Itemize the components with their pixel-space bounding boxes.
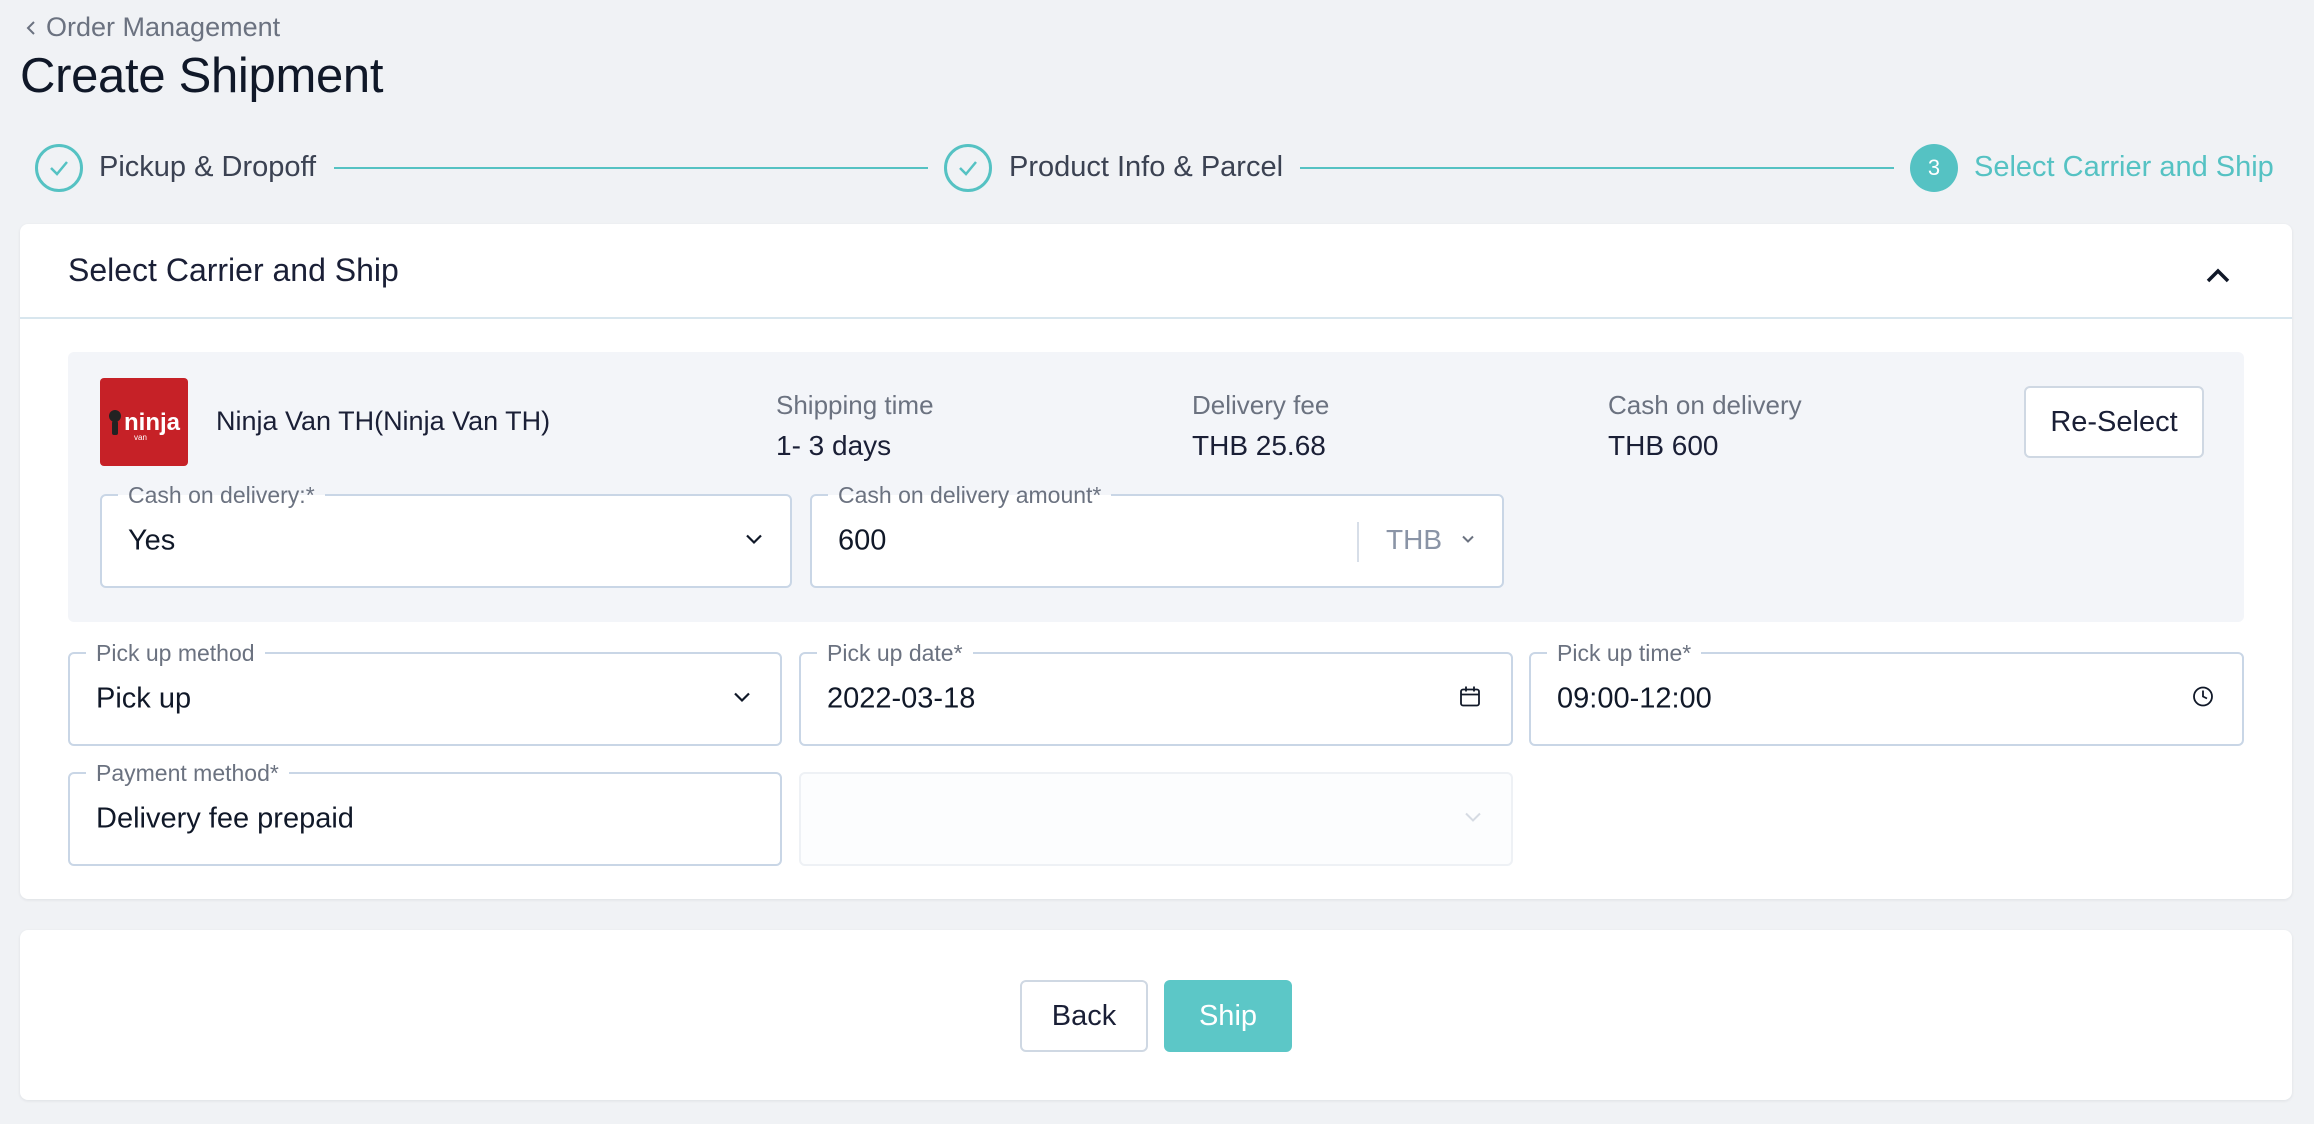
shipping-time-label: Shipping time <box>776 390 934 420</box>
cod-label: Cash on delivery <box>1608 390 1802 420</box>
chevron-left-icon <box>24 12 40 43</box>
breadcrumb[interactable]: Order Management <box>24 10 280 44</box>
pickup-date-label: Pick up date* <box>817 640 973 666</box>
chevron-down-icon <box>744 529 764 554</box>
actions-card: Back Ship <box>20 930 2292 1100</box>
cod-select-label: Cash on delivery:* <box>118 482 325 508</box>
pickup-time-label: Pick up time* <box>1547 640 1702 666</box>
cod-amount-label: Cash on delivery amount* <box>828 482 1112 508</box>
shipping-time-value: 1- 3 days <box>776 430 892 461</box>
carrier-name: Ninja Van TH(Ninja Van TH) <box>216 406 551 436</box>
step-2-check-icon <box>944 144 992 192</box>
clock-icon[interactable] <box>2192 686 2214 713</box>
payment-method-value: Delivery fee prepaid <box>96 802 354 835</box>
pickup-time-value: 09:00-12:00 <box>1557 682 1712 715</box>
chevron-down-icon <box>732 687 752 712</box>
breadcrumb-label: Order Management <box>46 11 281 42</box>
pickup-date-picker[interactable]: Pick up date* 2022-03-18 <box>799 640 1513 746</box>
chevron-down-icon <box>1460 531 1476 552</box>
card-title: Select Carrier and Ship <box>68 252 399 288</box>
currency-divider <box>1357 522 1359 562</box>
pickup-method-label: Pick up method <box>86 640 265 666</box>
reselect-button[interactable]: Re-Select <box>2024 386 2204 458</box>
cod-amount-value: 600 <box>838 524 887 557</box>
currency-select[interactable]: THB <box>1386 524 1442 556</box>
carrier-panel: ninja van Ninja Van TH(Ninja Van TH) Shi… <box>68 352 2244 622</box>
payment-method-label: Payment method* <box>86 760 289 786</box>
cod-amount-input[interactable]: Cash on delivery amount* 600 THB <box>810 482 1504 588</box>
step-2-label: Product Info & Parcel <box>1009 151 1284 183</box>
step-3-label: Select Carrier and Ship <box>1974 151 2274 183</box>
step-1-check-icon <box>35 144 83 192</box>
ship-button[interactable]: Ship <box>1164 980 1292 1052</box>
svg-text:ninja: ninja <box>124 409 181 436</box>
cod-select-value: Yes <box>128 524 176 557</box>
svg-text:van: van <box>134 433 147 442</box>
step-3-number: 3 <box>1910 144 1958 192</box>
payment-method-field[interactable]: Payment method* Delivery fee prepaid <box>68 760 782 866</box>
cod-select[interactable]: Cash on delivery:* Yes <box>100 482 792 588</box>
pickup-time-picker[interactable]: Pick up time* 09:00-12:00 <box>1529 640 2244 746</box>
chevron-up-icon[interactable] <box>2202 260 2234 292</box>
back-button[interactable]: Back <box>1020 980 1148 1052</box>
chevron-down-icon <box>1463 807 1483 832</box>
pickup-method-select[interactable]: Pick up method Pick up <box>68 640 782 746</box>
carrier-card: Select Carrier and Ship ninja van Ninja … <box>20 224 2292 899</box>
cod-value: THB 600 <box>1608 430 1719 461</box>
pickup-method-value: Pick up <box>96 682 192 715</box>
step-1-label: Pickup & Dropoff <box>99 151 317 183</box>
disabled-select <box>799 772 1513 866</box>
delivery-fee-label: Delivery fee <box>1192 390 1330 420</box>
page-title: Create Shipment <box>20 49 384 103</box>
delivery-fee-value: THB 25.68 <box>1192 430 1326 461</box>
ninja-van-logo: ninja van <box>100 378 188 466</box>
pickup-date-value: 2022-03-18 <box>827 682 976 715</box>
card-divider <box>20 317 2292 319</box>
calendar-icon[interactable] <box>1459 686 1481 713</box>
step-connector-1 <box>334 167 928 169</box>
step-connector-2 <box>1300 167 1894 169</box>
